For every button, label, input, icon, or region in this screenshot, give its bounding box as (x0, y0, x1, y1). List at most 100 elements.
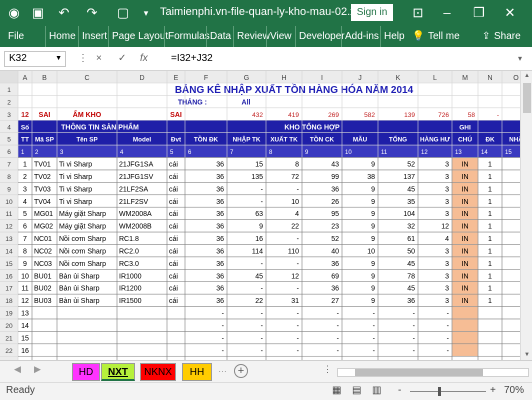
more-sheets-icon[interactable]: … (218, 364, 227, 374)
cell-r9-c5: 36 (216, 186, 224, 193)
tell-me-search[interactable]: Tell me (428, 26, 460, 47)
share-button[interactable]: Share (494, 26, 521, 47)
lightbulb-icon[interactable]: 💡 (412, 26, 424, 47)
tab-data[interactable]: Data (206, 26, 231, 47)
index-cell-11: 11 (381, 150, 388, 156)
add-sheet-button[interactable]: + (234, 364, 248, 378)
window-title: Taimienphi.vn-file-quan-ly-kho-mau-02.xl… (160, 6, 373, 18)
summary-cell-0: 12 (21, 112, 29, 119)
tab-help[interactable]: Help (380, 26, 405, 47)
summary-cell-6: 432 (252, 112, 263, 119)
note-cell-16: IN (462, 273, 469, 280)
tab-formulas[interactable]: Formulas (164, 26, 210, 47)
zoom-in-button[interactable]: + (490, 385, 496, 396)
close-icon[interactable]: ✕ (500, 3, 520, 23)
cell-r8-c11: 3 (445, 174, 449, 181)
cell-r18-c0: 12 (21, 298, 29, 305)
cell-r17-c5: 36 (216, 286, 224, 293)
grid-canvas[interactable]: A B C D E F G H I J K L M N O1234567891011121314151617… (0, 71, 531, 360)
tab-add-ins[interactable]: Add-ins (341, 26, 379, 47)
worksheet-grid[interactable]: A B C D E F G H I J K L M N O 1 2 3 4 5 6 7 8 9 10 11 12 13 14 15 16 17… (0, 71, 532, 360)
formula-input[interactable]: =I32+J32 (171, 51, 213, 67)
cell-r11-c5: 36 (216, 211, 224, 218)
cell-r18-c9: 9 (371, 298, 375, 305)
zoom-slider[interactable] (410, 391, 486, 392)
cell-r10-c8: 26 (331, 199, 339, 206)
cell-r7-c0: 1 (23, 162, 27, 169)
tab-insert[interactable]: Insert (78, 26, 107, 47)
cell-r15-c0: 9 (23, 261, 27, 268)
tab-split-icon[interactable]: ⋮ (323, 364, 332, 375)
undo-icon[interactable]: ↶ (54, 3, 74, 23)
enter-button[interactable]: ✓ (118, 51, 126, 67)
chevron-down-icon[interactable]: ▼ (55, 52, 62, 66)
sheet-tab-hh[interactable]: HH (182, 363, 212, 381)
cell-r15-c13: 1 (488, 261, 492, 268)
restore-icon[interactable]: ❐ (469, 3, 489, 23)
cell-r7-c6: 15 (255, 162, 263, 169)
column-title-3: Đvt (171, 137, 182, 144)
share-icon[interactable]: ⇪ (482, 26, 490, 47)
vertical-scroll-thumb[interactable] (523, 83, 531, 113)
cell-r8-c4: cái (169, 174, 178, 181)
cell-r14-c1: NC02 (34, 248, 52, 255)
cell-r16-c9: 9 (371, 273, 375, 280)
tab-view[interactable]: View (266, 26, 292, 47)
save-icon[interactable]: ▣ (28, 3, 48, 23)
tab-review[interactable]: Review (233, 26, 270, 47)
column-header-j: J (358, 75, 362, 82)
expand-formula-bar-icon[interactable]: ▾ (518, 51, 522, 67)
insert-function-button[interactable]: fx (140, 51, 148, 67)
sheet-tab-nxt[interactable]: NXT (101, 363, 135, 381)
cell-r15-c8: 36 (331, 261, 339, 268)
scroll-up-icon[interactable]: ▲ (521, 71, 532, 81)
column-header-b: B (42, 75, 47, 82)
cell-r17-c8: 36 (331, 286, 339, 293)
cancel-button[interactable]: × (96, 51, 102, 67)
cell-r16-c1: BU01 (34, 273, 52, 280)
ribbon-display-icon[interactable]: ⊡ (408, 3, 428, 23)
name-box[interactable]: K32 ▼ (4, 51, 66, 67)
cell-r17-c11: 3 (445, 286, 449, 293)
cell-r7-c5: 36 (216, 162, 224, 169)
note-cell-11: IN (462, 211, 469, 218)
zoom-level[interactable]: 70% (504, 385, 524, 396)
cell-r16-c4: cái (169, 273, 178, 280)
cell-r12-c2: Máy giặt Sharp (59, 224, 106, 231)
vertical-scrollbar[interactable]: ▲ ▼ (520, 71, 532, 360)
cell-r14-c11: 3 (445, 248, 449, 255)
minimize-icon[interactable]: – (437, 3, 457, 23)
scroll-down-icon[interactable]: ▼ (521, 350, 532, 360)
normal-view-icon[interactable]: ▦ (332, 385, 341, 396)
zoom-slider-thumb[interactable] (438, 387, 441, 396)
sheet-tab-nknx[interactable]: NKNX (140, 363, 176, 381)
cell-r12-c9: 9 (371, 224, 375, 231)
row-header-2: 2 (7, 99, 11, 106)
cell-r9-c8: 36 (331, 186, 339, 193)
column-title-2: Model (133, 137, 151, 144)
cell-r11-c9: 9 (371, 211, 375, 218)
zoom-out-button[interactable]: - (398, 385, 401, 396)
tab-developer[interactable]: Developer (295, 26, 345, 47)
cell-r18-c5: 36 (216, 298, 224, 305)
window-icon[interactable]: ▢ (113, 3, 133, 23)
customize-qat-icon[interactable]: ▾ (136, 3, 156, 23)
column-header-bar (0, 71, 530, 83)
tab-home[interactable]: Home (45, 26, 76, 47)
sheet-tab-hd[interactable]: HD (72, 363, 100, 381)
tab-file[interactable]: File (8, 26, 24, 47)
autosave-icon[interactable]: ◉ (4, 3, 24, 23)
cell-r15-c2: Nồi cơm Sharp (59, 259, 106, 268)
page-break-view-icon[interactable]: ▥ (372, 385, 381, 396)
sign-in-button[interactable]: Sign in (351, 4, 393, 21)
horizontal-scroll-thumb[interactable] (355, 369, 483, 376)
next-sheet-icon[interactable]: ▶ (34, 364, 41, 375)
cell-r10-c7: 10 (291, 199, 299, 206)
row-header-8: 8 (7, 174, 11, 181)
page-layout-view-icon[interactable]: ▤ (352, 385, 361, 396)
prev-sheet-icon[interactable]: ◀ (14, 364, 21, 375)
tab-page-layout[interactable]: Page Layout (108, 26, 168, 47)
cell-r13-c0: 7 (23, 236, 27, 243)
redo-icon[interactable]: ↷ (82, 3, 102, 23)
cell-r22-c0: 16 (21, 348, 29, 355)
